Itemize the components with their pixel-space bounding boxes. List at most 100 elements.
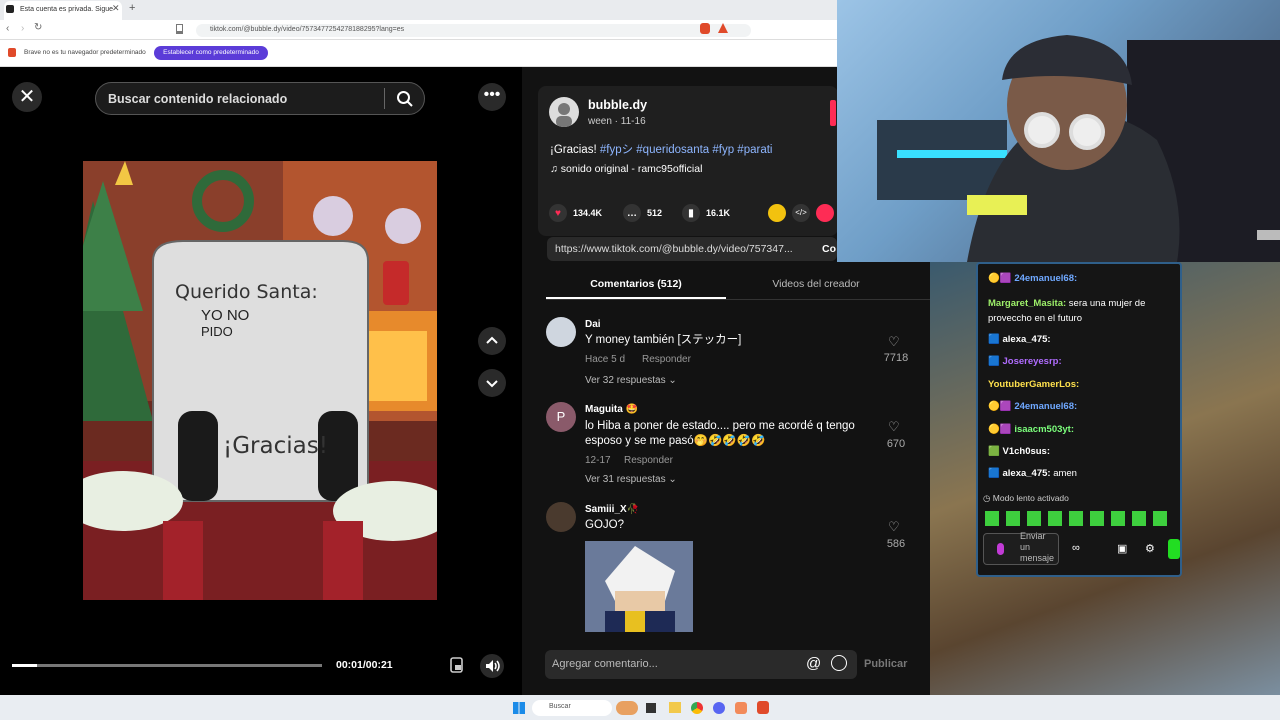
- task-view-icon[interactable]: [646, 703, 656, 713]
- comment-image[interactable]: [585, 541, 693, 632]
- chat-line: 🟦 alexa_475:: [988, 334, 1051, 345]
- related-search-input[interactable]: Buscar contenido relacionado: [95, 82, 425, 115]
- reload-icon[interactable]: ↻: [34, 22, 42, 33]
- browser-tab[interactable]: Esta cuenta es privada. Sigue: [4, 1, 122, 20]
- weather-widget-icon[interactable]: [616, 701, 638, 715]
- taskbar-search[interactable]: Buscar: [532, 700, 612, 716]
- reply-button[interactable]: Responder: [624, 455, 673, 466]
- follow-button[interactable]: [830, 100, 836, 126]
- send-message-placeholder: Enviar un mensaje: [1020, 531, 1055, 563]
- emoji-icon[interactable]: [831, 655, 847, 671]
- comment-button[interactable]: … 512: [623, 204, 662, 222]
- webcam-image: [877, 35, 1280, 262]
- copy-link-button[interactable]: Co: [822, 243, 836, 255]
- settings-icon[interactable]: ⚙: [1145, 542, 1155, 555]
- notice-text: Brave no es tu navegador predeterminado: [24, 49, 146, 56]
- forward-icon[interactable]: ›: [21, 23, 24, 34]
- video-time: 00:01/00:21: [336, 659, 393, 671]
- chat-user[interactable]: 24emanuel68:: [1014, 401, 1077, 412]
- view-replies-button[interactable]: Ver 31 respuestas ⌄: [585, 474, 677, 485]
- comment-avatar[interactable]: [546, 317, 576, 347]
- chat-user[interactable]: alexa_475:: [1002, 334, 1050, 345]
- video-progress-bar[interactable]: [12, 664, 322, 667]
- comment-date: 12-17: [585, 455, 611, 466]
- save-button[interactable]: ▮ 16.1K: [682, 204, 730, 222]
- comment-user[interactable]: Dai: [585, 319, 601, 330]
- chat-line: 🟦 alexa_475: amen: [988, 468, 1077, 479]
- bookmark-icon[interactable]: [176, 24, 183, 34]
- chat-send-button[interactable]: [1168, 539, 1180, 559]
- file-explorer-icon[interactable]: [669, 702, 681, 713]
- chat-user[interactable]: alexa_475:: [1002, 468, 1050, 479]
- start-icon[interactable]: [513, 702, 525, 714]
- emote-bar[interactable]: [985, 511, 1170, 526]
- view-replies-label: Ver 32 respuestas: [585, 375, 666, 386]
- tab-active-indicator: [546, 297, 726, 299]
- app-icon[interactable]: [735, 702, 747, 714]
- embed-icon[interactable]: </>: [792, 204, 810, 222]
- back-icon[interactable]: ‹: [6, 23, 9, 34]
- brave-taskbar-icon[interactable]: [757, 701, 769, 714]
- search-icon[interactable]: [395, 89, 415, 109]
- close-button[interactable]: ✕: [12, 82, 42, 112]
- post-music[interactable]: ♫ sonido original - ramc95official: [550, 163, 702, 175]
- next-video-button[interactable]: [478, 369, 506, 397]
- video-link-field[interactable]: https://www.tiktok.com/@bubble.dy/video/…: [547, 237, 837, 261]
- close-tab-icon[interactable]: ✕: [112, 3, 120, 14]
- microphone-icon[interactable]: [997, 543, 1004, 555]
- video-progress-fill: [12, 664, 37, 667]
- share-icon[interactable]: [816, 204, 834, 222]
- comment-count: 512: [647, 208, 663, 218]
- infinity-icon[interactable]: ∞: [1072, 542, 1080, 554]
- publish-button[interactable]: Publicar: [864, 658, 907, 670]
- comment-like-count: 7718: [883, 352, 909, 364]
- video-frame[interactable]: Querido Santa: YO NO PIDO ¡Gracias!: [83, 161, 437, 600]
- reply-button[interactable]: Responder: [642, 354, 691, 365]
- caption-hashtags[interactable]: #fypシ #queridosanta #fyp #parati: [600, 144, 773, 156]
- chrome-icon[interactable]: [691, 702, 703, 714]
- heart-outline-icon[interactable]: ♡: [888, 519, 900, 535]
- new-tab-icon[interactable]: +: [129, 2, 135, 14]
- author-avatar[interactable]: [549, 97, 579, 127]
- tab-creator-videos[interactable]: Videos del creador: [726, 278, 906, 290]
- chat-line: 🟡🟪 24emanuel68:: [988, 401, 1077, 412]
- chat-user[interactable]: Josereyesrp:: [1002, 356, 1061, 367]
- heart-outline-icon[interactable]: ♡: [888, 419, 900, 435]
- author-name[interactable]: bubble.dy: [588, 98, 647, 112]
- bookmark-icon: ▮: [682, 204, 700, 222]
- mention-icon[interactable]: @: [806, 655, 821, 672]
- slow-mode-text: Modo lento activado: [992, 493, 1069, 503]
- chat-user[interactable]: YoutuberGamerLos:: [988, 379, 1079, 390]
- comment-avatar[interactable]: [546, 502, 576, 532]
- comment-date: Hace 5 d: [585, 354, 626, 365]
- url-field[interactable]: tiktok.com/@bubble.dy/video/757347725427…: [196, 24, 751, 37]
- gift-icon[interactable]: ▣: [1117, 542, 1127, 555]
- brave-shield-icon[interactable]: [700, 23, 710, 34]
- heart-outline-icon[interactable]: ♡: [888, 334, 900, 350]
- chat-user[interactable]: 24emanuel68:: [1014, 273, 1077, 284]
- chat-line: Margaret_Masita: sera una mujer de prove…: [988, 296, 1178, 326]
- view-replies-button[interactable]: Ver 32 respuestas ⌄: [585, 375, 677, 386]
- picture-in-picture-icon[interactable]: [448, 656, 466, 674]
- comment-user[interactable]: Samiii_X🥀: [585, 504, 639, 515]
- video-link-text: https://www.tiktok.com/@bubble.dy/video/…: [555, 243, 793, 255]
- comment-user[interactable]: Maguita 🤩: [585, 404, 638, 415]
- volume-icon[interactable]: [480, 654, 504, 678]
- heart-icon: ♥: [549, 204, 567, 222]
- save-count: 16.1K: [706, 208, 731, 218]
- search-divider: [384, 88, 385, 109]
- chat-line: 🟩 V1ch0sus:: [988, 446, 1050, 457]
- chat-user[interactable]: Margaret_Masita:: [988, 298, 1066, 309]
- comment-avatar[interactable]: P: [546, 402, 576, 432]
- tab-comments[interactable]: Comentarios (512): [546, 278, 726, 290]
- chat-user[interactable]: isaacm503yt:: [1014, 424, 1074, 435]
- more-options-icon[interactable]: •••: [478, 83, 506, 111]
- author-subtitle: ween · 11-16: [588, 116, 646, 127]
- discord-icon[interactable]: [713, 702, 725, 714]
- previous-video-button[interactable]: [478, 327, 506, 355]
- like-button[interactable]: ♥ 134.4K: [549, 204, 602, 222]
- chat-user[interactable]: V1ch0sus:: [1002, 446, 1050, 457]
- comment-text: lo Hiba a poner de estado.... pero me ac…: [585, 420, 855, 447]
- repost-icon[interactable]: [768, 204, 786, 222]
- set-default-button[interactable]: Establecer como predeterminado: [154, 46, 268, 60]
